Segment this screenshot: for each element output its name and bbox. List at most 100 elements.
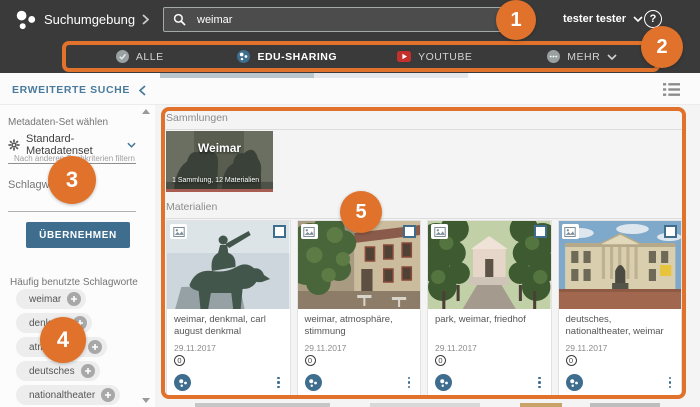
all-sources-icon	[116, 50, 129, 63]
material-card[interactable]: weimar, denkmal, carl august denkmal 29.…	[166, 220, 291, 397]
tab-alle[interactable]: ALLE	[66, 40, 214, 73]
page-title: Suchumgebung	[44, 12, 135, 27]
list-view-icon[interactable]	[663, 83, 680, 96]
material-title: deutsches, nationaltheater, weimar	[566, 314, 676, 340]
filter-sidebar: Metadaten-Set wählen Standard-Metadatens…	[0, 105, 155, 407]
annotation-badge-2: 2	[641, 26, 683, 68]
subheader: ERWEITERTE SUCHE	[0, 73, 700, 105]
more-sources-icon	[547, 50, 560, 63]
material-thumbnail	[298, 221, 421, 309]
collections-section-header: Sammlungen	[166, 112, 682, 130]
edu-sharing-icon	[237, 50, 250, 63]
tab-label: YOUTUBE	[418, 51, 472, 63]
topbar: Suchumgebung tester tester ?	[0, 0, 700, 40]
select-checkbox[interactable]	[273, 225, 286, 238]
material-thumbnail	[559, 221, 682, 309]
scroll-up-arrow[interactable]	[142, 109, 150, 114]
select-checkbox[interactable]	[534, 225, 547, 238]
tab-mehr[interactable]: MEHR	[509, 40, 657, 73]
select-checkbox[interactable]	[403, 225, 416, 238]
chevron-left-icon	[139, 85, 146, 96]
options-menu-icon[interactable]	[273, 375, 284, 391]
search-box[interactable]	[163, 7, 519, 32]
tab-label: EDU-SHARING	[257, 51, 337, 63]
material-date: 29.11.2017	[566, 343, 676, 353]
active-tab-indicator	[160, 73, 314, 78]
open-material-button[interactable]	[174, 374, 191, 391]
apply-button[interactable]: ÜBERNEHMEN	[26, 222, 130, 248]
results-area: Sammlungen Weimar 1 Sammlung, 12 Materia…	[155, 105, 700, 407]
image-type-icon	[170, 224, 187, 239]
advanced-search-toggle[interactable]: ERWEITERTE SUCHE	[12, 84, 146, 96]
material-card[interactable]: park, weimar, friedhof 29.11.2017 0	[427, 220, 552, 397]
chevron-down-icon	[633, 16, 643, 22]
material-title: park, weimar, friedhof	[435, 314, 545, 340]
advanced-search-label: ERWEITERTE SUCHE	[12, 84, 130, 96]
tab-indicator-track	[314, 73, 468, 78]
chevron-right-icon[interactable]	[142, 14, 149, 25]
chip-label: weimar	[29, 294, 61, 305]
material-date: 29.11.2017	[305, 343, 415, 353]
material-thumbnail	[428, 221, 551, 309]
source-tabbar: ALLE EDU-SHARING YOUTUBE	[0, 40, 700, 73]
material-thumbnail	[167, 221, 290, 309]
image-type-icon	[301, 224, 318, 239]
frequent-keywords-label: Häufig benutzte Schlagworte	[10, 277, 138, 288]
material-title: weimar, atmosphäre, stimmung	[305, 314, 415, 340]
sidebar-scrollbar[interactable]	[141, 107, 150, 405]
collection-title: Weimar	[166, 141, 273, 155]
chip-label: nationaltheater	[29, 390, 95, 401]
keyword-chip-deutsches[interactable]: deutsches	[16, 361, 100, 381]
tab-youtube[interactable]: YOUTUBE	[361, 40, 509, 73]
materials-grid: weimar, denkmal, carl august denkmal 29.…	[166, 220, 682, 397]
options-menu-icon[interactable]	[534, 375, 545, 391]
license-cc0-icon: 0	[435, 355, 446, 366]
options-menu-icon[interactable]	[404, 375, 415, 391]
tab-edu-sharing[interactable]: EDU-SHARING	[214, 40, 362, 73]
license-cc0-icon: 0	[174, 355, 185, 366]
image-type-icon	[431, 224, 448, 239]
edu-sharing-search-screen: Suchumgebung tester tester ?	[0, 0, 700, 407]
add-keyword-icon[interactable]	[67, 292, 81, 306]
keyword-chip-nationaltheater[interactable]: nationaltheater	[16, 385, 120, 405]
annotation-badge-5: 5	[340, 191, 382, 233]
license-cc0-icon: 0	[305, 355, 316, 366]
add-keyword-icon[interactable]	[81, 364, 95, 378]
chevron-down-icon	[127, 142, 136, 148]
open-material-button[interactable]	[305, 374, 322, 391]
material-title: weimar, denkmal, carl august denkmal	[174, 314, 284, 340]
add-keyword-icon[interactable]	[101, 388, 115, 402]
image-type-icon	[562, 224, 579, 239]
license-cc0-icon: 0	[566, 355, 577, 366]
gear-icon	[8, 139, 20, 151]
chip-label: deutsches	[29, 366, 75, 377]
keyword-chip-weimar[interactable]: weimar	[16, 289, 86, 309]
open-material-button[interactable]	[435, 374, 452, 391]
annotation-badge-1: 1	[496, 0, 536, 40]
tab-label: ALLE	[136, 51, 164, 63]
material-card[interactable]: weimar, atmosphäre, stimmung 29.11.2017 …	[297, 220, 422, 397]
material-card[interactable]: deutsches, nationaltheater, weimar 29.11…	[558, 220, 683, 397]
chevron-down-icon	[607, 54, 617, 60]
user-name: tester tester	[563, 13, 626, 25]
metadata-set-label: Metadaten-Set wählen	[8, 117, 108, 128]
materials-section-header: Materialien	[166, 201, 682, 219]
options-menu-icon[interactable]	[665, 375, 676, 391]
annotation-badge-3: 3	[48, 156, 96, 204]
edu-sharing-logo-icon	[15, 9, 37, 31]
open-material-button[interactable]	[566, 374, 583, 391]
youtube-icon	[397, 51, 411, 62]
next-row-preview	[155, 403, 700, 407]
material-date: 29.11.2017	[174, 343, 284, 353]
search-input[interactable]	[195, 13, 509, 27]
collection-counts: 1 Sammlung, 12 Materialien	[172, 177, 259, 184]
select-checkbox[interactable]	[664, 225, 677, 238]
search-icon	[173, 13, 186, 26]
scroll-down-arrow[interactable]	[142, 398, 150, 403]
add-keyword-icon[interactable]	[88, 340, 102, 354]
keyword-input[interactable]	[8, 211, 136, 212]
material-date: 29.11.2017	[435, 343, 545, 353]
collection-card-weimar[interactable]: Weimar 1 Sammlung, 12 Materialien	[166, 131, 273, 192]
user-menu[interactable]: tester tester	[563, 13, 643, 25]
tab-label: MEHR	[567, 51, 600, 63]
